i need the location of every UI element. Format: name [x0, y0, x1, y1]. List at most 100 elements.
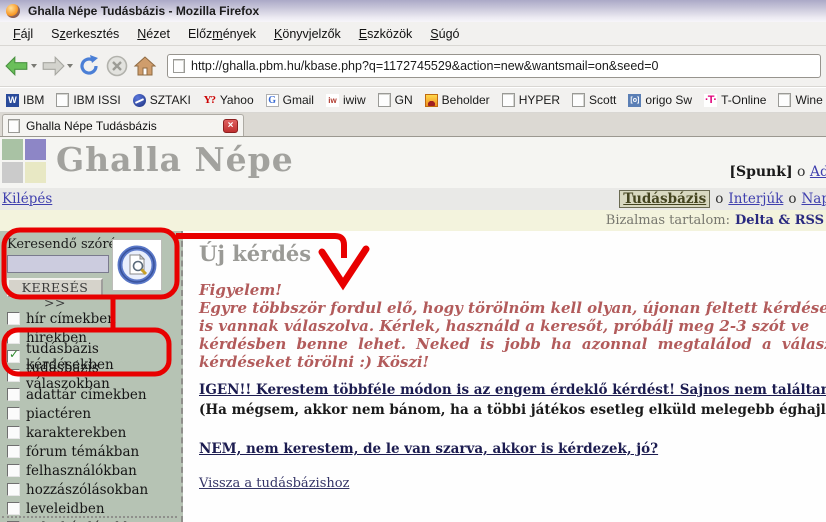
bookmark-t-online[interactable]: T-Online	[704, 93, 766, 107]
forward-button[interactable]	[41, 51, 73, 81]
search-document-button[interactable]	[112, 239, 162, 291]
delta-rss-link[interactable]: Delta & RSS	[735, 213, 824, 228]
bookmark-ibm[interactable]: IBM	[6, 93, 44, 107]
bookmark-beholder[interactable]: Beholder	[425, 93, 490, 107]
checkbox[interactable]	[7, 312, 20, 325]
tab-bar: Ghalla Népe Tudásbázis ×	[0, 113, 826, 137]
checkbox-hir-cimekben[interactable]: hír címekben	[7, 309, 181, 328]
yes-searched-link[interactable]: IGEN!! Kerestem többféle módon is az eng…	[199, 382, 826, 398]
confidential-label: Bizalmas tartalom:	[606, 213, 730, 228]
checkbox-piacteren[interactable]: piactéren	[7, 404, 181, 423]
nav-item-tudasbazis-selected[interactable]: Tudásbázis	[619, 190, 710, 208]
reload-button[interactable]	[77, 51, 101, 81]
tab-ghalla-nepe-tudasbazis[interactable]: Ghalla Népe Tudásbázis ×	[2, 114, 244, 136]
menu-szerkesztes[interactable]: Szerkesztés	[42, 24, 128, 44]
menu-fajl[interactable]: Fájl	[4, 24, 42, 44]
forward-dropdown-caret[interactable]	[67, 64, 73, 68]
nav-item-nap[interactable]: Nap	[801, 191, 826, 207]
site-logo	[2, 139, 47, 184]
search-document-icon	[116, 244, 158, 286]
checkbox-hozzaszolasokban[interactable]: hozzászólásokban	[7, 480, 181, 499]
note-text: (Ha mégsem, akkor nem bánom, ha a többi …	[199, 401, 826, 419]
checkbox[interactable]	[7, 350, 20, 363]
user-badge: [Spunk]	[729, 164, 792, 180]
bookmark-icon	[203, 94, 216, 107]
spacer	[199, 419, 826, 430]
checkbox[interactable]	[7, 502, 20, 515]
back-to-knowledge-base-link[interactable]: Vissza a tudásbázishoz	[199, 476, 349, 491]
home-button[interactable]	[133, 51, 157, 81]
separator: o	[715, 191, 723, 207]
menu-sugo[interactable]: Súgó	[421, 24, 468, 44]
search-button[interactable]: KERESÉS >>	[7, 278, 103, 297]
bookmark-icon	[56, 93, 69, 107]
header-ad-link[interactable]: Ad	[810, 164, 826, 180]
bookmark-gn[interactable]: GN	[378, 93, 413, 107]
main-content: Új kérdés Figyelem! Egyre többször fordu…	[183, 231, 826, 522]
site-title: Ghalla Népe	[56, 140, 294, 179]
menu-elozmenyek[interactable]: Előzmények	[179, 24, 265, 44]
page-favicon	[173, 59, 185, 73]
checkbox[interactable]	[7, 369, 20, 382]
bookmark-ibm-issi[interactable]: IBM ISSI	[56, 93, 120, 107]
checkbox[interactable]	[7, 407, 20, 420]
stop-button[interactable]	[105, 51, 129, 81]
bookmark-hyper[interactable]: HYPER	[502, 93, 560, 107]
back-dropdown-caret[interactable]	[31, 64, 37, 68]
no-not-searched-link[interactable]: NEM, nem kerestem, de le van szarva, akk…	[199, 441, 658, 457]
bookmark-gmail[interactable]: Gmail	[266, 93, 314, 107]
tab-close-button[interactable]: ×	[223, 119, 238, 133]
checkbox[interactable]	[7, 426, 20, 439]
bookmark-icon	[133, 94, 146, 107]
back-button[interactable]	[5, 51, 37, 81]
checkbox[interactable]	[7, 483, 20, 496]
search-sidebar: Keresendő szórész: KERESÉS >> hír címekb…	[0, 231, 183, 522]
url-bar[interactable]: http://ghalla.pbm.hu/kbase.php?q=1172745…	[167, 54, 821, 78]
bookmark-sztaki[interactable]: SZTAKI	[133, 93, 191, 107]
menu-bar: Fájl Szerkesztés Nézet Előzmények Könyvj…	[0, 22, 826, 46]
bookmark-icon	[778, 93, 791, 107]
bookmark-icon	[378, 93, 391, 107]
warning-title: Figyelem!	[199, 281, 826, 299]
logo-square-purple	[25, 139, 46, 160]
url-text: http://ghalla.pbm.hu/kbase.php?q=1172745…	[191, 59, 658, 73]
nav-item-interjuk[interactable]: Interjúk	[728, 191, 783, 207]
checkbox[interactable]	[7, 388, 20, 401]
bookmark-scott[interactable]: Scott	[572, 93, 616, 107]
search-input[interactable]	[7, 255, 109, 273]
bookmark-wine-hq[interactable]: Wine HQ	[778, 93, 826, 107]
bookmark-origo-sw[interactable]: origo Sw	[628, 93, 692, 107]
bookmark-icon	[704, 94, 717, 107]
bookmark-iwiw[interactable]: iwiw	[326, 93, 366, 107]
logout-link[interactable]: Kilépés	[2, 191, 52, 207]
checkbox-forum-temakban[interactable]: fórum témákban	[7, 442, 181, 461]
checkbox[interactable]	[7, 331, 20, 344]
menu-konyvjelzok[interactable]: Könyvjelzők	[265, 24, 350, 44]
checkbox[interactable]	[7, 445, 20, 458]
menu-nezet[interactable]: Nézet	[128, 24, 179, 44]
tab-title: Ghalla Népe Tudásbázis	[26, 119, 157, 133]
checkbox-tudasbazis-valaszokban[interactable]: tudásbázis válaszokban	[7, 366, 181, 385]
home-icon	[133, 55, 157, 77]
checkbox-felhasznalokban[interactable]: felhasználókban	[7, 461, 181, 480]
checkbox-leveleidben[interactable]: leveleidben	[7, 499, 181, 518]
checkbox-voks-kerdesekben[interactable]: voks kérdésekben	[7, 518, 181, 522]
page-content: Ghalla Népe [Spunk] o Ad Kilépés Tudásbá…	[0, 137, 826, 522]
checkbox[interactable]	[7, 464, 20, 477]
header-user-area: [Spunk] o Ad	[729, 164, 826, 180]
bookmark-yahoo[interactable]: Yahoo	[203, 93, 254, 107]
warning-line: kérdésben benne lehet. Neked is jobb ha …	[199, 335, 826, 353]
checkbox-karakterekben[interactable]: karakterekben	[7, 423, 181, 442]
back-icon	[5, 56, 29, 76]
bookmark-icon	[326, 94, 339, 107]
menu-eszkozok[interactable]: Eszközök	[350, 24, 422, 44]
bookmark-icon	[425, 94, 438, 107]
bookmark-icon	[6, 94, 19, 107]
separator: o	[788, 191, 796, 207]
warning-line: is vannak válaszolva. Kérlek, használd a…	[199, 317, 826, 335]
page-title: Új kérdés	[199, 241, 826, 266]
window-title: Ghalla Népe Tudásbázis - Mozilla Firefox	[28, 4, 259, 18]
confidential-bar: Bizalmas tartalom: Delta & RSS	[0, 210, 826, 231]
bookmark-icon	[628, 94, 641, 107]
separator: o	[797, 164, 805, 180]
